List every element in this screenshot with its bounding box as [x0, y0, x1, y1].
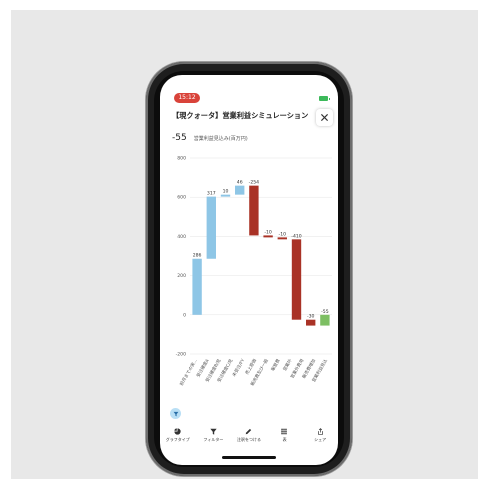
waterfall-bar[interactable]	[221, 195, 230, 197]
data-label: 286	[193, 253, 202, 259]
tool-label: 注釈をつける	[237, 437, 261, 443]
waterfall-chart: 800 600 400 200 0 -200 286 317 10 46 -254 -10 -10 -41…	[160, 145, 338, 415]
tool-label: フィルター	[203, 437, 223, 443]
x-tick-label: 営業外	[281, 357, 294, 372]
y-tick-label: 600	[177, 195, 186, 201]
summary-label: 営業利益見込み(百万円)	[194, 136, 248, 142]
tool-label: シェア	[314, 437, 326, 443]
pencil-icon	[245, 428, 252, 435]
y-tick-label: -200	[176, 352, 187, 358]
bottom-toolbar: グラフタイプ フィルター 注釈をつける 表	[160, 425, 338, 451]
data-label: -410	[291, 233, 302, 239]
y-tick-label: 400	[177, 234, 186, 240]
data-label: 317	[207, 191, 216, 197]
summary: -55 営業利益見込み(百万円)	[172, 125, 248, 144]
x-tick-label: 販管費	[269, 357, 282, 372]
x-tick-label: 前月までの実...	[178, 358, 199, 387]
data-label: -30	[307, 314, 315, 320]
battery-icon	[319, 96, 328, 101]
waterfall-bar[interactable]	[249, 186, 258, 236]
y-tick-label: 0	[183, 312, 186, 318]
home-indicator[interactable]	[222, 456, 276, 459]
data-label: -10	[279, 231, 287, 237]
app-screen: 15:12 【現クォータ】営業利益シミュレーション -55 営業利益見込み(百万…	[160, 75, 338, 465]
tool-label: 表	[283, 437, 287, 443]
waterfall-bar[interactable]	[207, 197, 216, 259]
annotate-button[interactable]: 注釈をつける	[232, 425, 266, 443]
waterfall-bar[interactable]	[306, 320, 315, 326]
waterfall-bar[interactable]	[320, 315, 329, 326]
y-tick-label: 800	[177, 156, 186, 162]
active-filter-button[interactable]	[170, 408, 181, 419]
table-icon	[281, 428, 288, 435]
tool-label: グラフタイプ	[166, 437, 190, 443]
graph-type-button[interactable]: グラフタイプ	[161, 425, 195, 443]
share-icon	[317, 428, 324, 435]
summary-value: -55	[172, 133, 187, 143]
data-label: -55	[321, 309, 329, 315]
y-tick-label: 200	[177, 273, 186, 279]
data-label: 10	[223, 189, 229, 195]
data-label: 46	[237, 180, 243, 186]
share-button[interactable]: シェア	[303, 425, 337, 443]
data-label: -254	[249, 180, 260, 186]
status-badge: 15:12	[174, 93, 200, 103]
filter-icon	[173, 411, 179, 417]
waterfall-bar[interactable]	[278, 237, 287, 239]
waterfall-bar[interactable]	[192, 259, 201, 315]
waterfall-bar[interactable]	[235, 186, 244, 195]
close-icon	[321, 114, 328, 121]
waterfall-bar[interactable]	[263, 235, 272, 237]
filter-button[interactable]: フィルター	[196, 425, 230, 443]
page-title: 【現クォータ】営業利益シミュレーション	[172, 111, 308, 121]
pie-chart-icon	[174, 428, 181, 435]
close-button[interactable]	[316, 109, 333, 126]
waterfall-bar[interactable]	[292, 239, 301, 319]
table-button[interactable]: 表	[268, 425, 302, 443]
filter-icon	[210, 428, 217, 435]
data-label: -10	[264, 229, 272, 235]
